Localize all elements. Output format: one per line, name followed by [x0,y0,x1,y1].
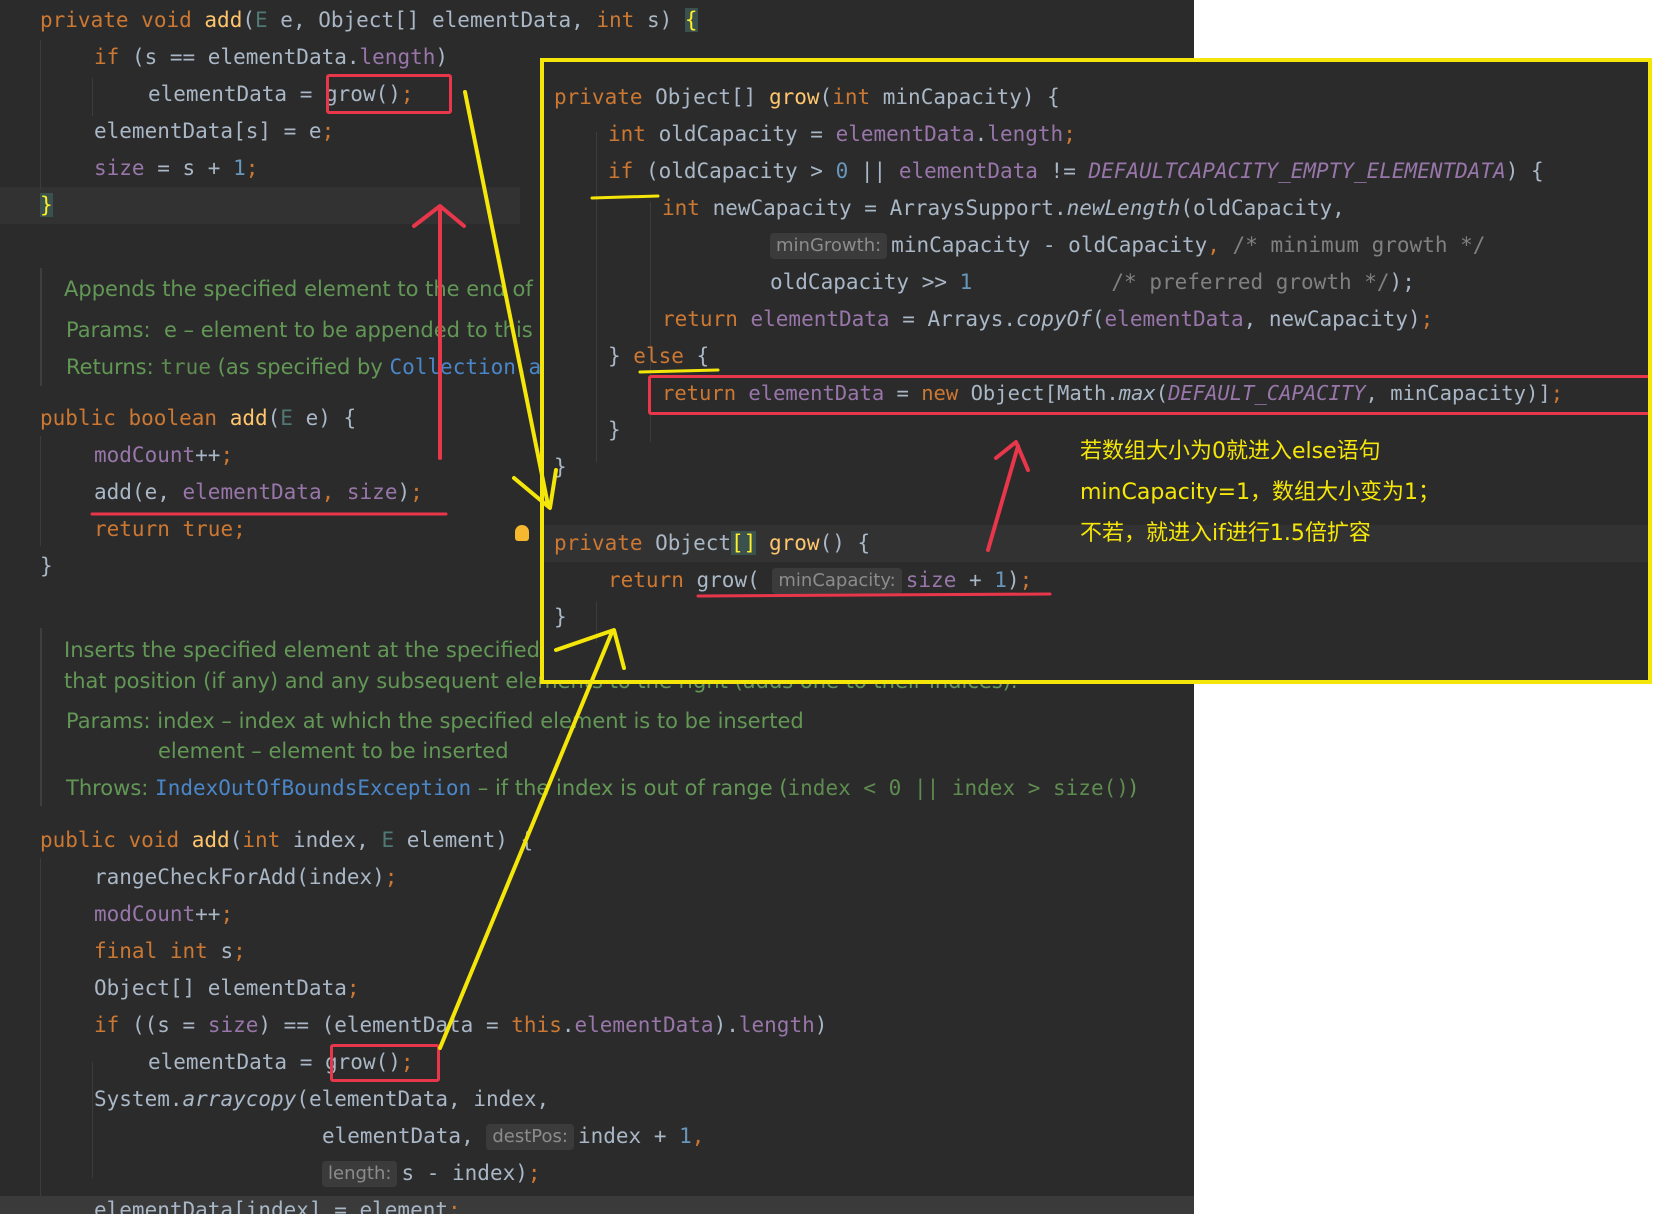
arrow-yellow [463,90,550,507]
arrow-yellow [438,630,614,1050]
annotation-overlay [90,90,1052,1050]
arrow-yellow-head [554,628,626,670]
underline-yellow [590,194,660,200]
arrow-red [986,444,1020,552]
underline-red [696,592,1052,598]
underline-yellow [638,368,720,374]
arrow-yellow-head [512,468,558,510]
